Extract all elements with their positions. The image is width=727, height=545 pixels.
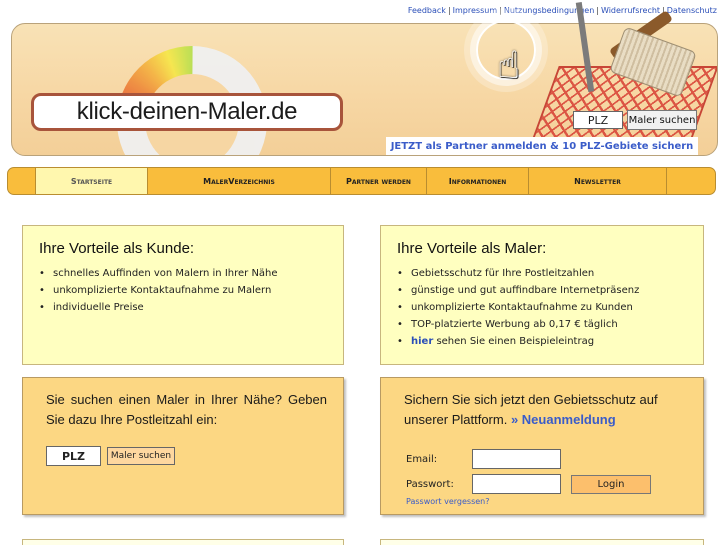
bottom-right-box — [380, 539, 704, 545]
list-item: Gebietsschutz für Ihre Postleitzahlen — [397, 265, 703, 282]
nav-partner-werden[interactable]: Partner werden — [331, 168, 427, 194]
customer-benefits-title: Ihre Vorteile als Kunde: — [39, 240, 195, 257]
list-item: günstige und gut auffindbare Internetprä… — [397, 282, 703, 299]
pointing-hand-icon: ☝ — [497, 43, 521, 87]
nav-spacer — [8, 168, 36, 194]
painter-benefits-title: Ihre Vorteile als Maler: — [397, 240, 547, 257]
forgot-password-link[interactable]: Passwort vergessen? — [406, 497, 490, 506]
nav-informationen[interactable]: Informationen — [427, 168, 529, 194]
list-item: TOP-platzierte Werbung ab 0,17 € täglich — [397, 316, 703, 333]
painter-benefits-box: Ihre Vorteile als Maler: Gebietsschutz f… — [380, 225, 704, 365]
login-intro: Sichern Sie sich jetzt den Gebietsschutz… — [404, 390, 687, 430]
partner-signup-link[interactable]: JETZT als Partner anmelden & 10 PLZ-Gebi… — [386, 137, 698, 155]
customer-benefits-box: Ihre Vorteile als Kunde: schnelles Auffi… — [22, 225, 344, 365]
email-label: Email: — [406, 454, 438, 465]
list-item: individuelle Preise — [39, 299, 343, 316]
customer-benefits-list: schnelles Auffinden von Malern in Ihrer … — [39, 265, 343, 316]
link-feedback[interactable]: Feedback — [408, 6, 446, 15]
logo-text: klick-deinen-Maler.de — [76, 98, 298, 125]
email-field[interactable] — [472, 449, 561, 469]
link-widerrufsrecht[interactable]: Widerrufsrecht — [601, 6, 660, 15]
list-item: schnelles Auffinden von Malern in Ihrer … — [39, 265, 343, 282]
example-entry-text: sehen Sie einen Beispieleintrag — [433, 336, 595, 347]
list-item: unkomplizierte Kontaktaufnahme zu Kunden — [397, 299, 703, 316]
header-plz-input[interactable]: PLZ — [573, 111, 623, 129]
search-prompt: Sie suchen einen Maler in Ihrer Nähe? Ge… — [46, 392, 327, 427]
nav-malerverzeichnis[interactable]: MalerVerzeichnis — [148, 168, 331, 194]
login-box: Sichern Sie sich jetzt den Gebietsschutz… — [380, 377, 704, 515]
search-button[interactable]: Maler suchen — [107, 447, 175, 465]
login-button[interactable]: Login — [571, 475, 651, 494]
password-field[interactable] — [472, 474, 561, 494]
example-entry-link[interactable]: hier — [411, 336, 433, 347]
list-item: hier sehen Sie einen Beispieleintrag — [397, 333, 703, 350]
list-item: unkomplizierte Kontaktaufnahme zu Malern — [39, 282, 343, 299]
painter-benefits-list: Gebietsschutz für Ihre Postleitzahlen gü… — [397, 265, 703, 350]
main-nav: Startseite MalerVerzeichnis Partner werd… — [7, 167, 716, 195]
bottom-left-box — [22, 539, 344, 545]
link-datenschutz[interactable]: Datenschutz — [667, 6, 717, 15]
nav-startseite[interactable]: Startseite — [36, 168, 148, 194]
register-link[interactable]: » Neuanmeldung — [511, 412, 616, 427]
password-label: Passwort: — [406, 479, 454, 490]
logo-box[interactable]: klick-deinen-Maler.de — [31, 93, 343, 131]
top-links: Feedback | Impressum | Nutzungsbedingungen | W… — [407, 6, 717, 15]
nav-newsletter[interactable]: Newsletter — [529, 168, 667, 194]
link-impressum[interactable]: Impressum — [453, 6, 497, 15]
plz-input[interactable]: PLZ — [46, 446, 101, 466]
search-box: Sie suchen einen Maler in Ihrer Nähe? Ge… — [22, 377, 344, 515]
header-search-button[interactable]: Maler suchen — [627, 110, 697, 130]
